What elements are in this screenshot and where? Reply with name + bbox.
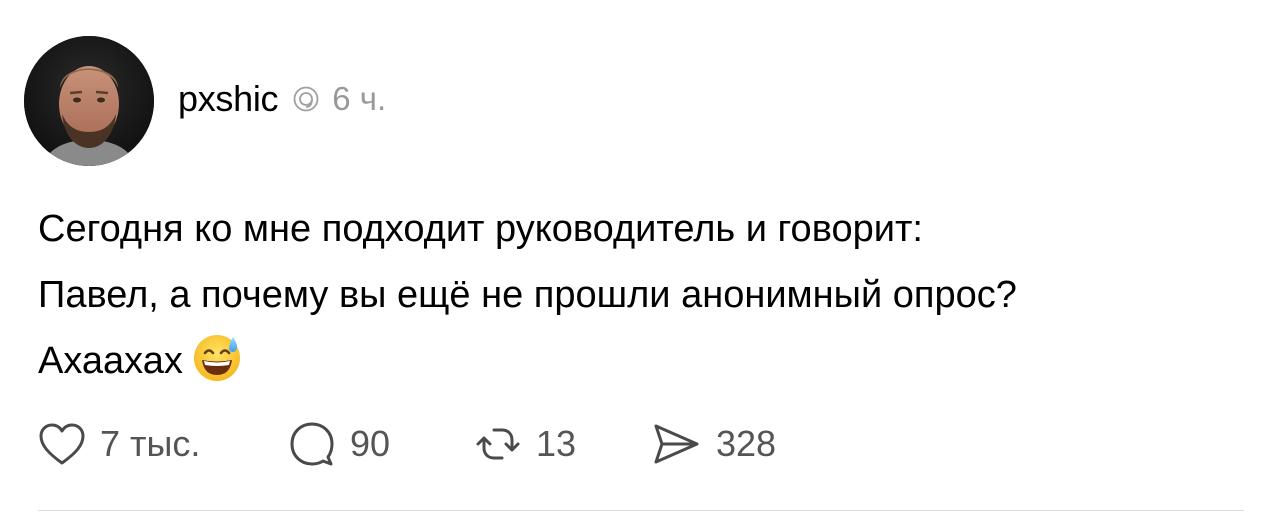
- send-icon: [650, 420, 702, 468]
- author-row: pxshic 6 ч.: [178, 74, 386, 124]
- repost-icon: [474, 420, 522, 468]
- post-text: Сегодня ко мне подходит руководитель и г…: [38, 196, 1258, 394]
- repost-count: 13: [536, 423, 577, 464]
- divider: [38, 510, 1244, 511]
- heart-icon: [38, 422, 86, 466]
- action-bar: 7 тыс. 90 13 328: [38, 418, 1238, 470]
- share-button[interactable]: 328: [650, 418, 776, 470]
- post-timestamp: 6 ч.: [332, 80, 387, 117]
- comment-count: 90: [350, 423, 391, 464]
- comment-button[interactable]: 90: [288, 418, 390, 470]
- comment-icon: [288, 420, 336, 468]
- threads-icon: [292, 85, 320, 113]
- repost-button[interactable]: 13: [474, 418, 576, 470]
- grinning-face-with-sweat-emoji: [191, 331, 243, 383]
- like-button[interactable]: 7 тыс.: [38, 418, 200, 470]
- post-card: pxshic 6 ч. Сегодня ко мне подходит руко…: [0, 0, 1280, 525]
- avatar[interactable]: [24, 36, 154, 166]
- post-text-line-last: Ахаахах: [38, 328, 1258, 394]
- username[interactable]: pxshic: [178, 78, 279, 120]
- post-text-line-content: Ахаахах: [38, 340, 183, 382]
- like-count: 7 тыс.: [100, 423, 201, 464]
- post-text-line: Сегодня ко мне подходит руководитель и г…: [38, 208, 923, 250]
- share-count: 328: [716, 423, 777, 464]
- post-text-line: Павел, а почему вы ещё не прошли анонимн…: [38, 274, 1017, 316]
- avatar-photo: [24, 36, 154, 166]
